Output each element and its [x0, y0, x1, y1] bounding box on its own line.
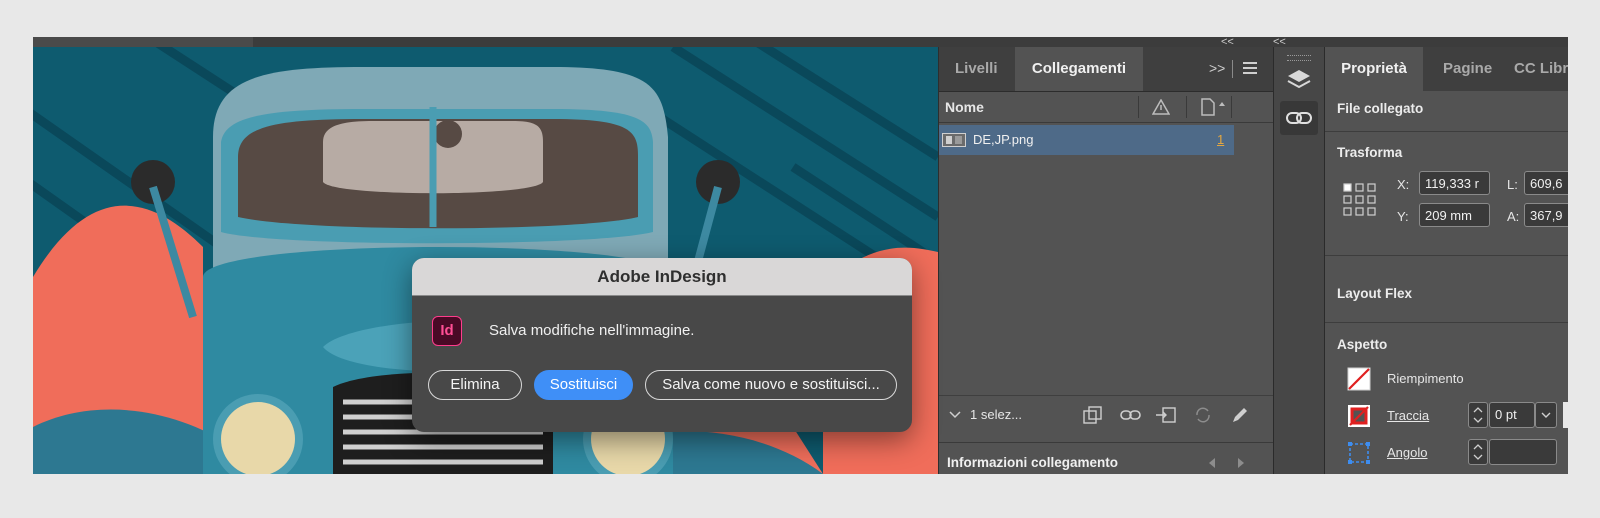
- column-name[interactable]: Nome: [945, 99, 984, 115]
- width-label: L:: [1507, 177, 1518, 192]
- chain-link-icon: [1286, 112, 1312, 124]
- corner-stepper[interactable]: [1468, 439, 1488, 465]
- x-label: X:: [1397, 177, 1410, 192]
- edit-original-icon[interactable]: [1231, 406, 1249, 424]
- links-panel-tabbar: Livelli Collegamenti >>: [939, 47, 1274, 92]
- links-panel: Livelli Collegamenti >> Nome DE,JP.png 1…: [938, 47, 1274, 474]
- section-transform[interactable]: Trasforma: [1337, 145, 1402, 160]
- corner-options-icon[interactable]: [1347, 441, 1371, 465]
- width-field[interactable]: 609,6: [1524, 171, 1568, 195]
- section-linked-file[interactable]: File collegato: [1337, 101, 1423, 116]
- height-field[interactable]: 367,9: [1524, 203, 1568, 227]
- chevron-down-icon[interactable]: [949, 410, 961, 420]
- stroke-type-swatch[interactable]: [1563, 402, 1568, 428]
- height-label: A:: [1507, 209, 1520, 224]
- go-to-link-icon[interactable]: [1155, 405, 1177, 425]
- image-thumbnail-icon: [942, 133, 966, 147]
- show-cc-libraries-icon[interactable]: [1082, 405, 1104, 425]
- link-info-section: Informazioni collegamento: [939, 442, 1274, 474]
- y-position-field[interactable]: 209 mm: [1419, 203, 1490, 227]
- section-layout-flex[interactable]: Layout Flex: [1337, 286, 1412, 301]
- stroke-stepper[interactable]: [1468, 402, 1488, 428]
- link-row[interactable]: DE,JP.png 1: [939, 125, 1234, 155]
- tab-collegamenti[interactable]: Collegamenti: [1015, 47, 1143, 91]
- properties-panel: Proprietà Pagine CC Libr File collegato …: [1325, 47, 1568, 474]
- panel-expand-icon[interactable]: >>: [1209, 60, 1225, 76]
- replace-button[interactable]: Sostituisci: [534, 370, 633, 400]
- corner-size-field[interactable]: [1489, 439, 1557, 465]
- selection-count: 1 selez...: [970, 407, 1023, 422]
- tab-proprieta[interactable]: Proprietà: [1325, 47, 1423, 91]
- page-column-icon[interactable]: [1200, 98, 1228, 116]
- tab-cc-libraries[interactable]: CC Libr: [1514, 47, 1568, 91]
- stroke-weight-dropdown[interactable]: [1535, 402, 1557, 428]
- stroke-label[interactable]: Traccia: [1387, 408, 1429, 423]
- dialog-title: Adobe InDesign: [412, 258, 912, 296]
- document-tab-bar: [33, 37, 1568, 47]
- save-as-new-and-replace-button[interactable]: Salva come nuovo e sostituisci...: [645, 370, 897, 400]
- links-column-header: Nome: [939, 92, 1274, 123]
- links-icon-button[interactable]: [1280, 101, 1318, 135]
- layers-icon[interactable]: [1286, 67, 1312, 93]
- reference-point-icon[interactable]: [1343, 183, 1377, 217]
- section-appearance[interactable]: Aspetto: [1337, 337, 1387, 352]
- link-info-title[interactable]: Informazioni collegamento: [947, 455, 1118, 470]
- x-position-field[interactable]: 119,333 r: [1419, 171, 1490, 195]
- adobe-indesign-dialog: Adobe InDesign Id Salva modifiche nell'i…: [412, 258, 912, 432]
- delete-button[interactable]: Elimina: [428, 370, 522, 400]
- indesign-window: Livelli Collegamenti >> Nome DE,JP.png 1…: [33, 37, 1568, 474]
- dialog-message: Salva modifiche nell'immagine.: [489, 322, 695, 339]
- indesign-logo-icon: Id: [432, 316, 462, 346]
- collapse-panel-icon[interactable]: <<: [1221, 37, 1234, 48]
- y-label: Y:: [1397, 209, 1409, 224]
- properties-tabbar: Proprietà Pagine CC Libr: [1325, 47, 1568, 91]
- panel-menu-icon[interactable]: [1243, 62, 1257, 74]
- stroke-none-icon[interactable]: [1347, 404, 1371, 428]
- previous-link-icon[interactable]: [1207, 457, 1217, 469]
- link-filename: DE,JP.png: [973, 132, 1034, 147]
- tab-livelli[interactable]: Livelli: [955, 47, 998, 91]
- panel-icon-strip: [1273, 47, 1325, 474]
- fill-none-icon[interactable]: [1347, 367, 1371, 391]
- next-link-icon[interactable]: [1236, 457, 1246, 469]
- status-warning-icon[interactable]: [1152, 99, 1170, 115]
- stroke-weight-field[interactable]: 0 pt: [1489, 402, 1535, 428]
- relink-icon[interactable]: [1120, 407, 1142, 423]
- tab-pagine[interactable]: Pagine: [1443, 47, 1492, 91]
- link-page-number[interactable]: 1: [1217, 132, 1224, 147]
- fill-label: Riempimento: [1387, 371, 1464, 386]
- corner-label[interactable]: Angolo: [1387, 445, 1427, 460]
- update-link-icon[interactable]: [1194, 406, 1212, 424]
- links-footer: 1 selez...: [939, 395, 1274, 436]
- grip-handle[interactable]: [1287, 55, 1311, 61]
